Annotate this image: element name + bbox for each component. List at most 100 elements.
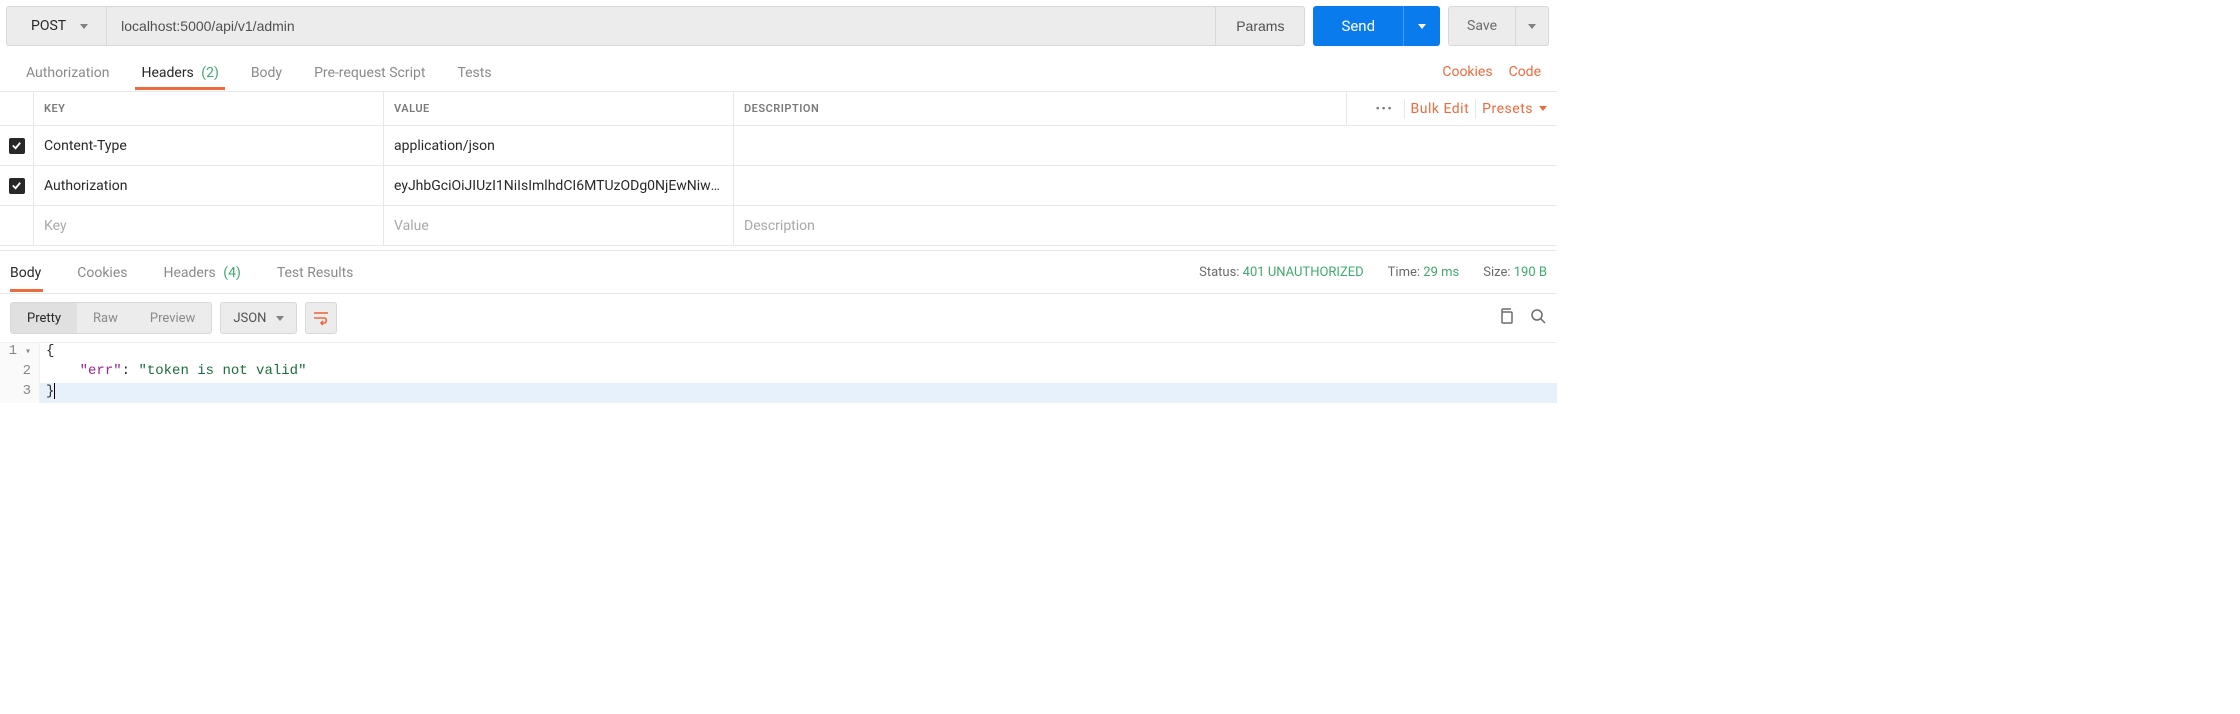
bulk-edit-link[interactable]: Bulk Edit: [1411, 101, 1470, 117]
resp-tab-tests[interactable]: Test Results: [277, 253, 370, 291]
divider: [1404, 99, 1405, 119]
status-value: 401 UNAUTHORIZED: [1243, 265, 1364, 280]
chevron-down-icon: [276, 316, 284, 321]
row-key-input[interactable]: Key: [34, 206, 384, 246]
tab-prerequest[interactable]: Pre-request Script: [298, 55, 441, 89]
right-links: Cookies Code: [1442, 64, 1547, 80]
save-button[interactable]: Save: [1448, 6, 1549, 46]
time-value: 29 ms: [1423, 265, 1459, 280]
code-content: {: [40, 343, 1557, 363]
row-checkbox-cell[interactable]: [0, 166, 34, 206]
request-tabs: Authorization Headers (2) Body Pre-reque…: [10, 55, 508, 89]
view-pretty[interactable]: Pretty: [11, 303, 77, 333]
row-value-text: application/json: [394, 138, 495, 154]
tab-headers-label: Headers: [141, 65, 193, 81]
format-select[interactable]: JSON: [220, 302, 297, 334]
divider: [1475, 99, 1476, 119]
response-tabs: Body Cookies Headers (4) Test Results: [10, 253, 389, 291]
col-desc-label: DESCRIPTION: [744, 102, 819, 115]
cookies-link[interactable]: Cookies: [1442, 64, 1492, 80]
view-preview[interactable]: Preview: [134, 303, 211, 333]
placeholder-text: Key: [44, 218, 67, 234]
col-value-head: VALUE: [384, 92, 734, 126]
params-button[interactable]: Params: [1215, 6, 1305, 46]
brace: }: [46, 384, 54, 400]
more-icon[interactable]: •••: [1376, 102, 1398, 115]
tab-body[interactable]: Body: [235, 55, 298, 89]
row-key-text: Authorization: [44, 178, 127, 194]
table-row-new[interactable]: Key Value Description: [0, 206, 1557, 246]
json-string: "token is not valid": [138, 363, 306, 379]
tab-authorization[interactable]: Authorization: [10, 55, 125, 89]
save-dropdown[interactable]: [1515, 7, 1548, 45]
wrap-icon: [312, 309, 330, 327]
row-value-input[interactable]: Value: [384, 206, 734, 246]
gutter: 2: [0, 363, 40, 383]
table-row[interactable]: Content-Type application/json: [0, 126, 1557, 166]
status-block: Status: 401 UNAUTHORIZED: [1199, 265, 1364, 280]
col-key-label: KEY: [44, 102, 65, 115]
toolbar-right: [1497, 307, 1547, 329]
status-label: Status:: [1199, 265, 1239, 280]
col-check-head: [0, 92, 34, 126]
row-desc-input[interactable]: Description: [734, 206, 1347, 246]
row-key-text: Content-Type: [44, 138, 127, 154]
checkbox-checked-icon[interactable]: [9, 138, 25, 154]
resp-tab-body[interactable]: Body: [10, 253, 57, 291]
size-block: Size: 190 B: [1483, 265, 1547, 280]
resp-tab-headers[interactable]: Headers (4): [163, 253, 256, 291]
tab-headers[interactable]: Headers (2): [125, 55, 234, 89]
row-actions: [1347, 206, 1557, 246]
time-block: Time: 29 ms: [1388, 265, 1460, 280]
chevron-down-icon: [1418, 24, 1426, 29]
presets-label: Presets: [1482, 101, 1533, 117]
row-value[interactable]: application/json: [384, 126, 734, 166]
row-desc[interactable]: [734, 126, 1347, 166]
row-actions: [1347, 166, 1557, 206]
row-value[interactable]: eyJhbGciOiJIUzI1NiIsImlhdCI6MTUzODg0NjEw…: [384, 166, 734, 206]
code-link[interactable]: Code: [1509, 64, 1541, 80]
wrap-lines-button[interactable]: [305, 302, 337, 334]
placeholder-text: Description: [744, 218, 815, 234]
row-checkbox-cell: [0, 206, 34, 246]
method-select[interactable]: POST: [6, 6, 106, 46]
brace: {: [46, 343, 54, 359]
row-key[interactable]: Authorization: [34, 166, 384, 206]
checkbox-checked-icon[interactable]: [9, 178, 25, 194]
url-input[interactable]: [106, 6, 1215, 46]
json-key: "err": [80, 363, 122, 379]
send-label: Send: [1313, 17, 1403, 35]
url-group: POST Params: [6, 6, 1305, 46]
send-button[interactable]: Send: [1313, 6, 1440, 46]
size-label: Size:: [1483, 265, 1510, 280]
send-dropdown[interactable]: [1403, 6, 1440, 46]
view-raw[interactable]: Raw: [77, 303, 134, 333]
tab-tests[interactable]: Tests: [441, 55, 507, 89]
chevron-down-icon: [1528, 24, 1536, 29]
time-label: Time:: [1388, 265, 1420, 280]
size-value: 190 B: [1514, 265, 1547, 280]
table-row[interactable]: Authorization eyJhbGciOiJIUzI1NiIsImlhdC…: [0, 166, 1557, 206]
view-mode-group: Pretty Raw Preview: [10, 302, 212, 334]
method-label: POST: [31, 18, 66, 34]
fold-icon[interactable]: ▾: [19, 347, 31, 358]
row-checkbox-cell[interactable]: [0, 126, 34, 166]
response-tabs-row: Body Cookies Headers (4) Test Results St…: [0, 250, 1557, 294]
code-line: 1 ▾ {: [0, 343, 1557, 363]
search-icon[interactable]: [1529, 307, 1547, 329]
gutter: 3: [0, 383, 40, 403]
resp-tab-headers-count: (4): [223, 265, 241, 281]
gutter[interactable]: 1 ▾: [0, 343, 40, 363]
presets-dropdown[interactable]: Presets: [1482, 101, 1547, 117]
save-label: Save: [1449, 18, 1515, 34]
request-bar: POST Params Send Save: [0, 0, 1557, 52]
format-label: JSON: [233, 311, 266, 326]
row-desc[interactable]: [734, 166, 1347, 206]
response-body[interactable]: 1 ▾ { 2 "err": "token is not valid" 3 }: [0, 342, 1557, 403]
placeholder-text: Value: [394, 218, 429, 234]
row-key[interactable]: Content-Type: [34, 126, 384, 166]
tab-headers-count: (2): [201, 65, 219, 81]
col-actions: ••• Bulk Edit Presets: [1347, 92, 1557, 126]
copy-icon[interactable]: [1497, 307, 1515, 329]
resp-tab-cookies[interactable]: Cookies: [77, 253, 143, 291]
